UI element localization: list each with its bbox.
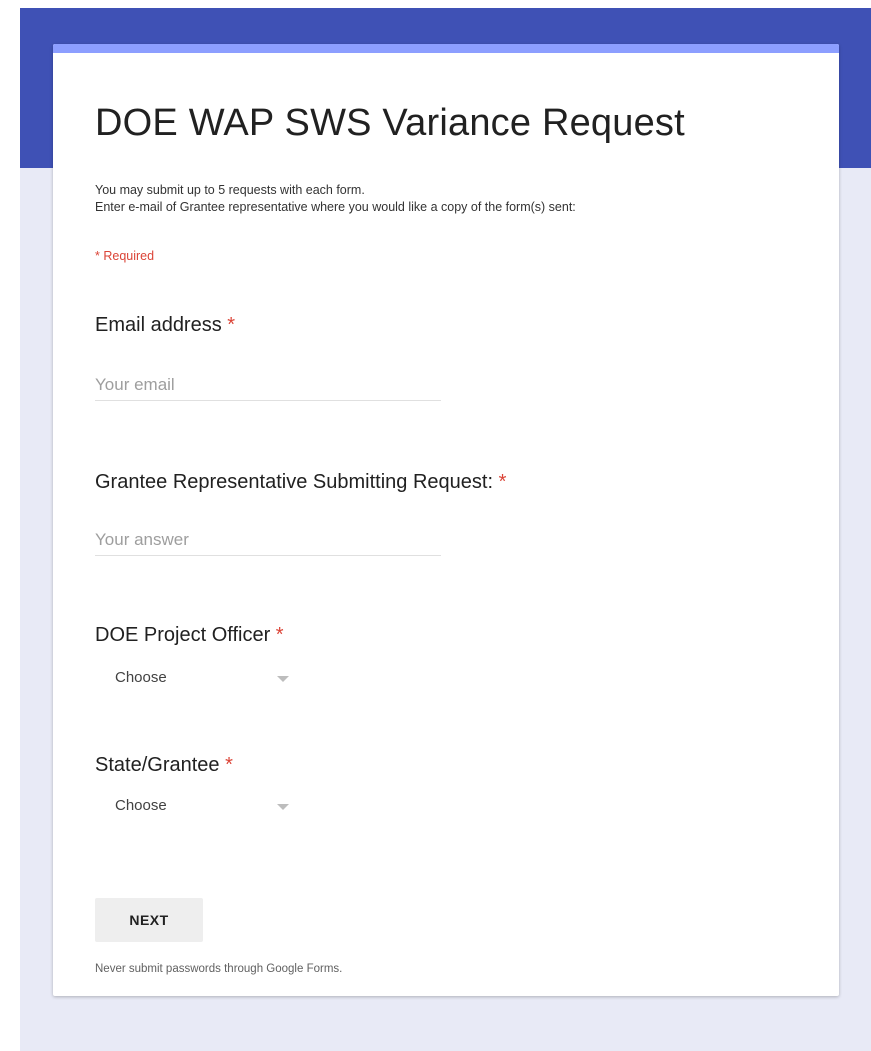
footer-note: Never submit passwords through Google Fo… — [95, 963, 343, 975]
question-grantee-rep: Grantee Representative Submitting Reques… — [95, 471, 506, 494]
select-value: Choose — [115, 797, 167, 814]
required-note: * Required — [95, 249, 155, 263]
dropdown-caret-icon — [277, 804, 289, 810]
next-button[interactable]: NEXT — [95, 898, 203, 942]
question-label: State/Grantee — [95, 754, 220, 776]
question-state-grantee: State/Grantee * — [95, 754, 233, 777]
grantee-rep-field[interactable] — [95, 525, 441, 556]
question-label: Email address — [95, 314, 222, 336]
question-label: Grantee Representative Submitting Reques… — [95, 471, 493, 493]
required-star: * — [275, 624, 284, 646]
required-star: * — [225, 754, 233, 776]
question-email: Email address * — [95, 314, 235, 337]
state-grantee-select[interactable]: Choose — [95, 788, 299, 824]
question-project-officer: DOE Project Officer * — [95, 624, 284, 647]
card-accent-bar — [53, 44, 839, 53]
required-star: * — [227, 314, 236, 336]
form-card: DOE WAP SWS Variance Request You may sub… — [53, 44, 839, 996]
description-line: Enter e-mail of Grantee representative w… — [95, 200, 576, 214]
select-value: Choose — [115, 669, 167, 686]
form-title: DOE WAP SWS Variance Request — [95, 102, 685, 144]
required-star: * — [498, 471, 507, 493]
dropdown-caret-icon — [277, 676, 289, 682]
description-line: You may submit up to 5 requests with eac… — [95, 183, 365, 197]
project-officer-select[interactable]: Choose — [95, 660, 299, 696]
question-label: DOE Project Officer — [95, 624, 271, 646]
form-description: You may submit up to 5 requests with eac… — [95, 182, 576, 216]
email-field[interactable] — [95, 370, 441, 401]
